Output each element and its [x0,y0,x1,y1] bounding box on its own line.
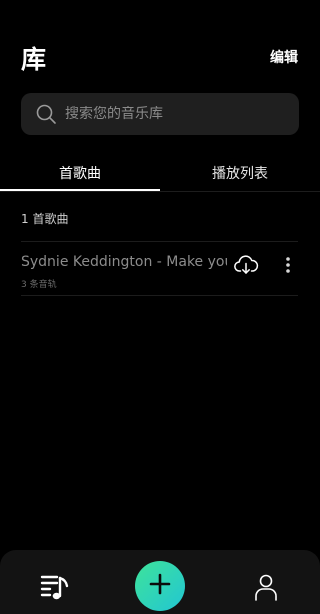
page-title: 库 [21,45,47,74]
search-icon [35,103,57,125]
library-music-icon[interactable] [40,572,70,602]
add-button[interactable] [135,561,185,611]
list-item[interactable]: Sydnie Keddington - Make your 3 条音轨 [0,242,320,295]
track-count: 3 条音轨 [21,280,57,290]
tab-bar: 首歌曲 播放列表 [0,155,320,193]
tab-indicator [0,189,160,191]
more-vertical-icon[interactable] [279,254,297,276]
header: 库 编辑 [0,0,320,90]
tab-songs[interactable]: 首歌曲 [0,163,160,183]
song-count: 1 首歌曲 [21,212,69,226]
song-title: Sydnie Keddington - Make your [21,254,227,270]
profile-icon[interactable] [254,573,278,601]
edit-button[interactable]: 编辑 [270,47,298,67]
divider [21,295,298,296]
search-bar[interactable] [21,93,299,135]
cloud-download-icon[interactable] [233,252,259,278]
tab-playlists[interactable]: 播放列表 [160,163,320,183]
tab-divider [0,191,320,192]
search-input[interactable] [65,106,299,122]
plus-icon [149,573,171,599]
bottom-nav [0,550,320,614]
